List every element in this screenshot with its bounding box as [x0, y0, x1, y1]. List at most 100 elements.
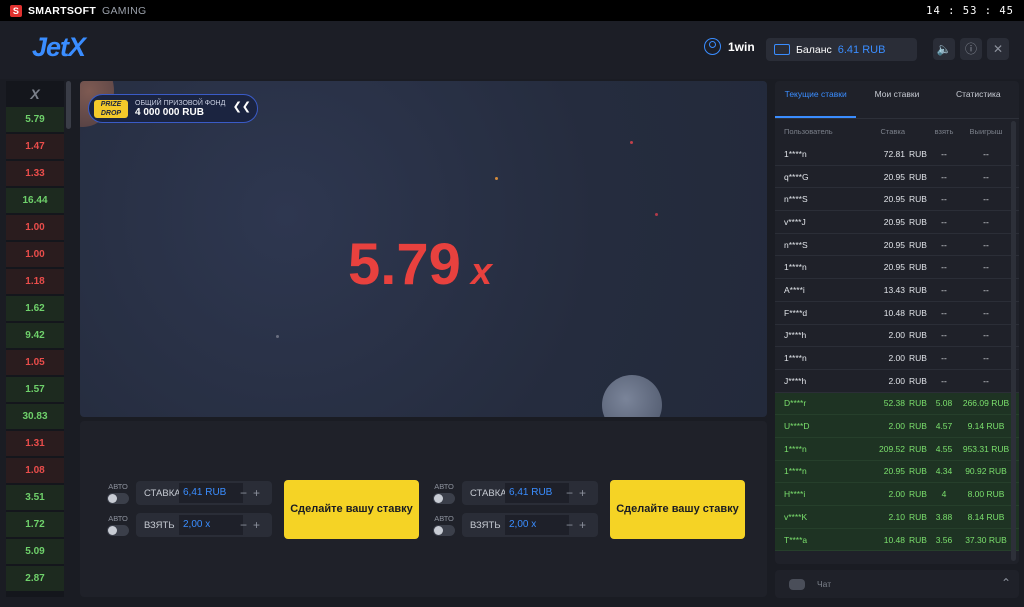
bet-take: --	[941, 194, 947, 205]
auto-bet-toggle[interactable]	[107, 493, 129, 504]
bet-user: U****D	[784, 421, 810, 432]
tab-statistics[interactable]: Статистика	[938, 81, 1019, 118]
bet-win: --	[983, 307, 989, 318]
bets-scrollbar[interactable]	[1011, 121, 1016, 561]
bet-win: 953.31 RUB	[962, 443, 1010, 454]
bet-stake: 20.95	[883, 262, 905, 273]
bet-win: 90.92 RUB	[965, 466, 1007, 477]
take-field[interactable]: ВЗЯТЬ 2,00 x −+	[136, 513, 272, 537]
bet-row: A****i 13.43 RUB -- --	[775, 279, 1019, 302]
history-item: 2.87	[6, 566, 64, 591]
balance-label: Баланс	[796, 43, 832, 56]
bet-stake: 20.95	[883, 171, 905, 182]
bet-currency: RUB	[909, 307, 927, 318]
history-item: 1.57	[6, 377, 64, 402]
bet-user: 1****n	[784, 262, 807, 273]
bet-stake: 2.00	[888, 330, 905, 341]
star	[276, 335, 279, 338]
bet-take: --	[941, 262, 947, 273]
planet-decoration	[602, 375, 662, 417]
bet-currency: RUB	[909, 398, 927, 409]
bet-take: 4.34	[935, 466, 953, 477]
bet-row: q****G 20.95 RUB -- --	[775, 166, 1019, 189]
stake-input[interactable]: 6,41 RUB	[505, 483, 569, 503]
auto-cashout-toggle[interactable]	[107, 525, 129, 536]
history-item: 1.05	[6, 350, 64, 375]
bet-take: 4.55	[935, 443, 953, 454]
prize-drop-logo: PRIZE DROP	[94, 99, 128, 118]
chevron-up-icon[interactable]: ⌃	[1001, 576, 1011, 590]
place-bet-button[interactable]: Сделайте вашу ставку	[284, 480, 419, 539]
take-label: ВЗЯТЬ	[470, 519, 501, 531]
take-stepper[interactable]: −+	[240, 518, 266, 532]
chat-bar[interactable]: Чат ⌃	[775, 570, 1019, 598]
bet-stake: 20.95	[883, 239, 905, 250]
history-item: 1.00	[6, 215, 64, 240]
history-item: 1.72	[6, 512, 64, 537]
bet-take: --	[941, 353, 947, 364]
bet-user: F****d	[784, 307, 808, 318]
stake-input[interactable]: 6,41 RUB	[179, 483, 243, 503]
take-field[interactable]: ВЗЯТЬ 2,00 x −+	[462, 513, 598, 537]
history-x-icon: X	[30, 86, 40, 102]
history-scrollbar[interactable]	[66, 81, 71, 129]
bet-currency: RUB	[909, 375, 927, 386]
take-input[interactable]: 2,00 x	[505, 515, 569, 535]
bet-stake: 72.81	[883, 148, 905, 159]
auto-bet-toggle[interactable]	[433, 493, 455, 504]
chat-icon	[789, 578, 805, 590]
bet-row: v****K 2.10 RUB 3.88 8.14 RUB	[775, 506, 1019, 529]
auto-label: АВТО	[108, 514, 128, 523]
bet-stake: 2.00	[888, 489, 905, 500]
info-button[interactable]: ⓘ	[960, 38, 982, 60]
sound-button[interactable]: 🔈	[933, 38, 955, 60]
multiplier-history: X 5.79 1.47 1.33 16.44 1.00 1.00 1.18 1.62 9.42 1…	[6, 81, 64, 597]
tab-my-bets[interactable]: Мои ставки	[856, 81, 937, 118]
bet-user: D****r	[784, 398, 807, 409]
bet-stake: 20.95	[883, 466, 905, 477]
bet-user: H****i	[784, 489, 806, 500]
tab-current-bets[interactable]: Текущие ставки	[775, 81, 857, 118]
history-item: 5.79	[6, 107, 64, 132]
stake-stepper[interactable]: −+	[566, 486, 592, 500]
bet-user: v****J	[784, 216, 806, 227]
bet-win: --	[983, 375, 989, 386]
take-input[interactable]: 2,00 x	[179, 515, 243, 535]
bet-win: --	[983, 284, 989, 295]
prize-drop-banner[interactable]: PRIZE DROP ОБЩИЙ ПРИЗОВОЙ ФОНД 4 000 000…	[88, 94, 258, 123]
auto-label: АВТО	[434, 514, 454, 523]
bet-currency: RUB	[909, 489, 927, 500]
stake-field[interactable]: СТАВКА 6,41 RUB −+	[136, 481, 272, 505]
chat-label: Чат	[817, 579, 832, 589]
close-button[interactable]: ✕	[987, 38, 1009, 60]
smartsoft-logo-icon: S	[10, 4, 22, 17]
user-account[interactable]: 1win	[704, 38, 755, 55]
auto-cashout-toggle[interactable]	[433, 525, 455, 536]
place-bet-button[interactable]: Сделайте вашу ставку	[610, 480, 745, 539]
stake-stepper[interactable]: −+	[240, 486, 266, 500]
bet-win: --	[983, 216, 989, 227]
bet-user: A****i	[784, 284, 805, 295]
bet-take: --	[941, 239, 947, 250]
bet-row: 1****n 20.95 RUB -- --	[775, 256, 1019, 280]
stake-field[interactable]: СТАВКА 6,41 RUB −+	[462, 481, 598, 505]
bet-user: 1****n	[784, 353, 807, 364]
bet-currency: RUB	[909, 330, 927, 341]
bet-currency: RUB	[909, 353, 927, 364]
info-icon: ⓘ	[964, 42, 977, 56]
bet-win: 37.30 RUB	[965, 534, 1007, 545]
bet-win: --	[983, 148, 989, 159]
game-canvas: PRIZE DROP ОБЩИЙ ПРИЗОВОЙ ФОНД 4 000 000…	[80, 81, 767, 417]
bet-user: 1****n	[784, 443, 807, 454]
star	[495, 177, 498, 180]
bet-take: --	[941, 171, 947, 182]
bet-currency: RUB	[909, 466, 927, 477]
bet-win: --	[983, 171, 989, 182]
user-icon	[704, 38, 721, 55]
collapse-chevron-icon[interactable]: ❮❮	[233, 100, 251, 113]
take-stepper[interactable]: −+	[566, 518, 592, 532]
bet-currency: RUB	[909, 443, 927, 454]
bets-tabs: Текущие ставки Мои ставки Статистика	[775, 81, 1019, 119]
bet-currency: RUB	[909, 284, 927, 295]
bet-stake: 2.10	[888, 511, 905, 522]
